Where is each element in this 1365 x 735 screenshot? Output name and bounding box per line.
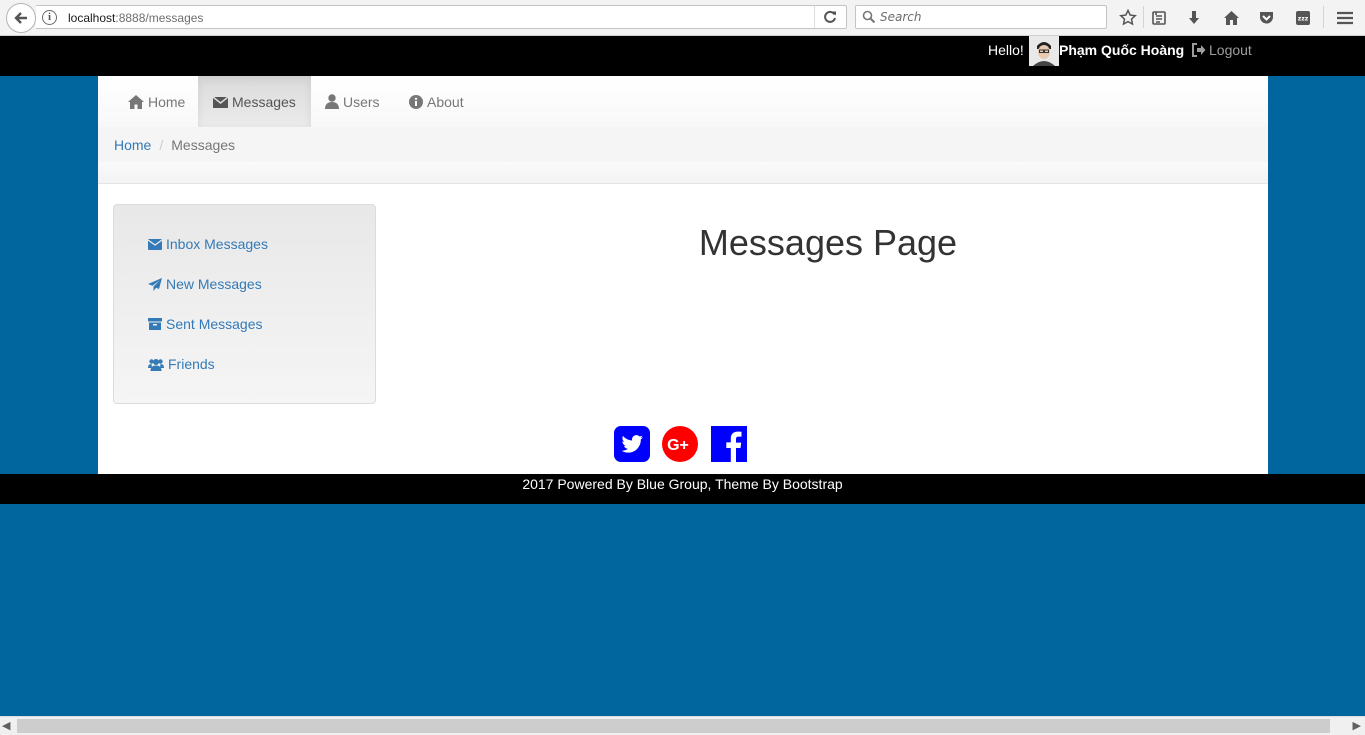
nav-label: About: [427, 93, 464, 110]
nav-item-users[interactable]: Users: [310, 76, 395, 127]
sleep-tabs-icon[interactable]: zzz: [1293, 8, 1313, 28]
nav-label: Messages: [232, 93, 296, 110]
facebook-icon[interactable]: [711, 426, 747, 462]
url-host: localhost: [68, 11, 116, 25]
reading-list-icon[interactable]: [1149, 8, 1169, 28]
twitter-icon[interactable]: [614, 426, 650, 462]
browser-search-input[interactable]: [880, 9, 1100, 25]
sidebar-item-new[interactable]: New Messages: [148, 276, 262, 292]
search-icon: [862, 10, 876, 24]
home-browser-icon[interactable]: [1221, 8, 1241, 28]
back-arrow-icon: [14, 12, 27, 24]
breadcrumb-current: Messages: [171, 136, 236, 153]
nav-label: Users: [343, 93, 380, 110]
divider: [814, 6, 815, 28]
nav-label: Home: [148, 93, 186, 110]
footer: 2017 Powered By Blue Group, Theme By Boo…: [0, 474, 1365, 504]
main-container: Home Messages Users About Home / Message…: [98, 76, 1268, 474]
pocket-icon[interactable]: [1256, 8, 1276, 28]
footer-text: 2017 Powered By Blue Group, Theme By Boo…: [522, 476, 843, 492]
archive-icon: [148, 318, 162, 330]
scroll-left-icon[interactable]: ◀: [2, 719, 10, 732]
breadcrumb-separator: /: [159, 136, 164, 153]
download-icon[interactable]: [1184, 8, 1204, 28]
sidebar-item-inbox[interactable]: Inbox Messages: [148, 236, 268, 252]
info-icon[interactable]: i: [42, 10, 57, 25]
menu-icon[interactable]: [1335, 8, 1355, 28]
scrollbar-thumb[interactable]: [17, 719, 1330, 733]
sidebar-item-sent[interactable]: Sent Messages: [148, 316, 263, 332]
greeting-text: Hello!: [988, 42, 1024, 58]
nav-item-about[interactable]: About: [394, 76, 479, 127]
breadcrumb-home-link[interactable]: Home: [114, 137, 151, 153]
users-icon: [148, 358, 164, 371]
username[interactable]: Phạm Quốc Hoàng: [1059, 42, 1184, 58]
avatar[interactable]: [1029, 36, 1059, 66]
url-text[interactable]: localhost:8888/messages: [68, 11, 203, 25]
top-navbar: Hello! Phạm Quốc Hoàng Logout: [0, 36, 1365, 76]
google-plus-icon[interactable]: G+: [662, 426, 698, 462]
bookmark-star-icon[interactable]: [1118, 8, 1138, 28]
address-bar[interactable]: i localhost:8888/messages: [36, 5, 847, 29]
horizontal-scrollbar[interactable]: ◀ ▶: [0, 716, 1365, 735]
user-icon: [325, 94, 339, 109]
sidebar-item-label: Sent Messages: [166, 316, 263, 332]
envelope-icon: [213, 95, 228, 108]
envelope-icon: [148, 238, 162, 250]
scroll-right-icon[interactable]: ▶: [1353, 719, 1361, 732]
divider: [1143, 6, 1144, 28]
info-circle-icon: [409, 94, 423, 109]
home-icon: [128, 94, 144, 109]
main-nav: Home Messages Users About: [98, 76, 1268, 127]
reload-icon[interactable]: [822, 9, 838, 25]
svg-text:zzz: zzz: [1298, 16, 1309, 23]
logout-link[interactable]: Logout: [1191, 42, 1252, 58]
sidebar-item-label: Friends: [168, 356, 215, 372]
nav-bottom-strip: [98, 162, 1268, 184]
logout-icon: [1192, 43, 1206, 57]
divider: [1323, 6, 1324, 28]
sidebar-item-label: Inbox Messages: [166, 236, 268, 252]
back-button[interactable]: [6, 3, 36, 33]
browser-toolbar: i localhost:8888/messages zzz: [0, 0, 1365, 36]
browser-search-box[interactable]: [855, 5, 1107, 29]
sidebar-item-friends[interactable]: Friends: [148, 356, 215, 372]
nav-item-home[interactable]: Home: [113, 76, 200, 127]
avatar-image: [1029, 36, 1059, 66]
page-title: Messages Page: [698, 222, 958, 263]
svg-text:G+: G+: [667, 437, 689, 454]
sidebar-item-label: New Messages: [166, 276, 262, 292]
url-path: :8888/messages: [115, 11, 204, 25]
breadcrumb: Home / Messages: [98, 127, 1268, 162]
nav-item-messages[interactable]: Messages: [198, 76, 311, 127]
paper-plane-icon: [148, 277, 162, 291]
logout-label: Logout: [1209, 42, 1252, 58]
sidebar: Inbox Messages New Messages Sent Message…: [113, 204, 376, 404]
